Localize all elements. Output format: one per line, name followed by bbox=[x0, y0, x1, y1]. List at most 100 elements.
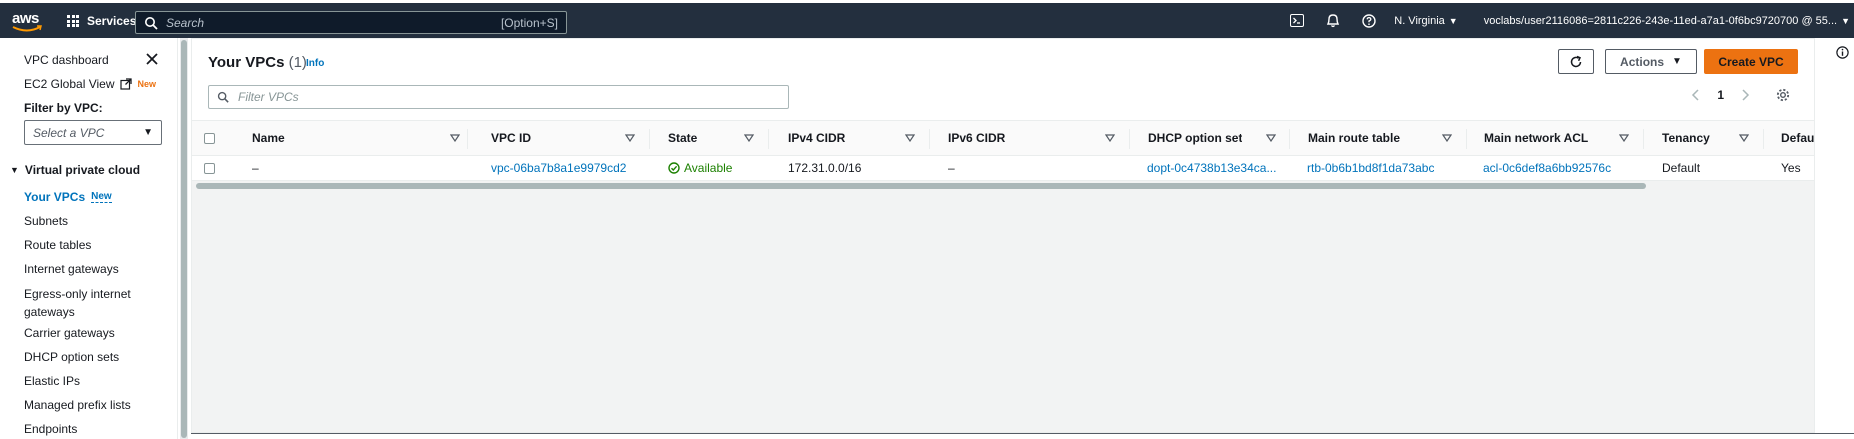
aws-smile-icon bbox=[12, 25, 42, 32]
column-header-default[interactable]: Default bbox=[1781, 121, 1814, 155]
external-link-icon bbox=[119, 78, 132, 90]
search-shortcut: [Option+S] bbox=[500, 15, 558, 30]
sidebar-item-ec2-global-view[interactable]: EC2 Global View New bbox=[24, 77, 156, 91]
column-header-main-route-table[interactable]: Main route table bbox=[1308, 121, 1400, 155]
sidebar-item-route-tables[interactable]: Route tables bbox=[24, 238, 91, 252]
search-icon bbox=[217, 91, 229, 103]
column-header-main-network-acl[interactable]: Main network ACL bbox=[1484, 121, 1588, 155]
column-divider bbox=[649, 129, 650, 149]
sort-icon[interactable] bbox=[450, 134, 460, 142]
state-label: Available bbox=[684, 161, 733, 175]
sort-icon[interactable] bbox=[1739, 134, 1749, 142]
sort-icon[interactable] bbox=[1442, 134, 1452, 142]
services-menu[interactable]: Services bbox=[67, 14, 136, 28]
section-title: Virtual private cloud bbox=[24, 163, 141, 177]
caret-down-icon: ▼ bbox=[10, 165, 19, 175]
account-menu[interactable]: voclabs/user2116086=2811c226-243e-11ed-a… bbox=[1484, 15, 1850, 27]
global-search-input[interactable]: Search [Option+S] bbox=[135, 11, 567, 34]
page-title: Your VPCs (1) bbox=[208, 54, 307, 71]
scrollbar-thumb[interactable] bbox=[196, 183, 1646, 189]
filter-placeholder: Filter VPCs bbox=[238, 90, 299, 104]
sidebar-item-internet-gateways[interactable]: Internet gateways bbox=[24, 262, 119, 276]
sidebar-item-your-vpcs[interactable]: Your VPCs New bbox=[24, 190, 112, 204]
column-header-tenancy[interactable]: Tenancy bbox=[1662, 121, 1710, 155]
panel-header: Your VPCs (1) Info Actions ▼ Create VPC … bbox=[192, 39, 1814, 120]
page-number[interactable]: 1 bbox=[1717, 88, 1724, 102]
cell-vpc-id-link[interactable]: vpc-06ba7b8a1e9979cd2 bbox=[491, 156, 626, 180]
table-horizontal-scrollbar[interactable] bbox=[192, 182, 1814, 190]
vpc-select-placeholder: Select a VPC bbox=[33, 125, 105, 140]
refresh-button[interactable] bbox=[1558, 49, 1594, 74]
cell-main-network-acl-link[interactable]: acl-0c6def8a6bb92576c bbox=[1483, 156, 1611, 180]
column-divider bbox=[768, 129, 769, 149]
caret-down-icon: ▼ bbox=[1672, 56, 1682, 67]
search-placeholder: Search bbox=[166, 15, 205, 30]
row-checkbox[interactable] bbox=[204, 162, 215, 174]
select-all-checkbox[interactable] bbox=[204, 132, 215, 144]
cell-dhcp-option-set-link[interactable]: dopt-0c4738b13e34ca... bbox=[1147, 156, 1276, 180]
sidebar-item-carrier-gateways[interactable]: Carrier gateways bbox=[24, 326, 115, 340]
sidebar-item-elastic-ips[interactable]: Elastic IPs bbox=[24, 374, 80, 388]
column-divider bbox=[467, 129, 468, 149]
info-link[interactable]: Info bbox=[306, 58, 324, 69]
column-header-vpc-id[interactable]: VPC ID bbox=[491, 121, 531, 155]
close-icon[interactable] bbox=[145, 52, 159, 66]
sort-icon[interactable] bbox=[1105, 134, 1115, 142]
column-header-state[interactable]: State bbox=[668, 121, 697, 155]
scrollbar-thumb[interactable] bbox=[181, 40, 187, 438]
vpcs-table: Name VPC ID State IPv4 CIDR IPv6 CIDR DH… bbox=[192, 120, 1814, 181]
section-virtual-private-cloud[interactable]: ▼ Virtual private cloud bbox=[10, 163, 140, 177]
sidebar-item-egress-only-internet-gateways[interactable]: Egress-only internet gateways bbox=[24, 285, 134, 321]
row-checkbox-cell[interactable] bbox=[204, 156, 215, 180]
table-row[interactable]: – vpc-06ba7b8a1e9979cd2 Available 172.31… bbox=[192, 156, 1814, 181]
vpcs-panel: Your VPCs (1) Info Actions ▼ Create VPC … bbox=[191, 38, 1815, 433]
sidebar-item-managed-prefix-lists[interactable]: Managed prefix lists bbox=[24, 398, 131, 412]
region-selector[interactable]: N. Virginia ▼ bbox=[1394, 15, 1457, 27]
sort-icon[interactable] bbox=[744, 134, 754, 142]
select-all-checkbox-cell[interactable] bbox=[204, 121, 215, 155]
sidebar-item-label: Your VPCs bbox=[24, 190, 86, 204]
caret-down-icon: ▼ bbox=[1448, 15, 1458, 26]
sort-icon[interactable] bbox=[1266, 134, 1276, 142]
chevron-left-icon[interactable] bbox=[1691, 89, 1701, 101]
cloudshell-icon[interactable] bbox=[1288, 12, 1306, 30]
help-icon[interactable] bbox=[1360, 12, 1378, 30]
column-divider bbox=[1466, 129, 1467, 149]
info-panel-icon[interactable] bbox=[1836, 46, 1849, 59]
aws-logo[interactable]: aws bbox=[12, 10, 46, 34]
new-badge: New bbox=[91, 191, 112, 203]
sort-icon[interactable] bbox=[905, 134, 915, 142]
cell-main-route-table-link[interactable]: rtb-0b6b1bd8f1da73abc bbox=[1307, 156, 1434, 180]
column-divider bbox=[929, 129, 930, 149]
gear-icon[interactable] bbox=[1776, 88, 1790, 102]
filter-vpcs-input[interactable]: Filter VPCs bbox=[208, 85, 789, 109]
actions-button[interactable]: Actions ▼ bbox=[1605, 49, 1697, 74]
sidebar-scrollbar[interactable] bbox=[180, 38, 188, 439]
refresh-icon bbox=[1570, 55, 1582, 67]
notifications-bell-icon[interactable] bbox=[1324, 12, 1342, 30]
sidebar-item-dhcp-option-sets[interactable]: DHCP option sets bbox=[24, 350, 119, 364]
account-label: voclabs/user2116086=2811c226-243e-11ed-a… bbox=[1483, 14, 1838, 27]
vpc-count: (1) bbox=[288, 54, 307, 71]
sort-icon[interactable] bbox=[1619, 134, 1629, 142]
column-header-name[interactable]: Name bbox=[252, 121, 285, 155]
cell-name: – bbox=[252, 161, 259, 175]
sort-icon[interactable] bbox=[625, 134, 635, 142]
column-divider bbox=[1643, 129, 1644, 149]
sidebar-item-endpoints[interactable]: Endpoints bbox=[24, 422, 77, 436]
column-header-ipv6-cidr[interactable]: IPv6 CIDR bbox=[948, 121, 1005, 155]
cell-default: Yes bbox=[1781, 161, 1801, 175]
column-header-dhcp-option-set[interactable]: DHCP option set bbox=[1148, 121, 1242, 155]
sidebar-item-vpc-dashboard[interactable]: VPC dashboard bbox=[24, 53, 109, 67]
sidebar-item-subnets[interactable]: Subnets bbox=[24, 214, 68, 228]
filter-by-vpc-label: Filter by VPC: bbox=[24, 101, 103, 115]
column-header-ipv4-cidr[interactable]: IPv4 CIDR bbox=[788, 121, 845, 155]
pagination: 1 bbox=[1691, 88, 1790, 102]
chevron-right-icon[interactable] bbox=[1740, 89, 1750, 101]
vpc-filter-select[interactable]: Select a VPC ▼ bbox=[24, 120, 162, 145]
create-vpc-button[interactable]: Create VPC bbox=[1704, 49, 1798, 74]
caret-down-icon: ▼ bbox=[1841, 15, 1850, 26]
page-title-text: Your VPCs bbox=[208, 54, 285, 71]
search-icon bbox=[145, 16, 158, 30]
top-navigation: aws Services Search [Option+S] N. Virgin… bbox=[0, 0, 1854, 38]
